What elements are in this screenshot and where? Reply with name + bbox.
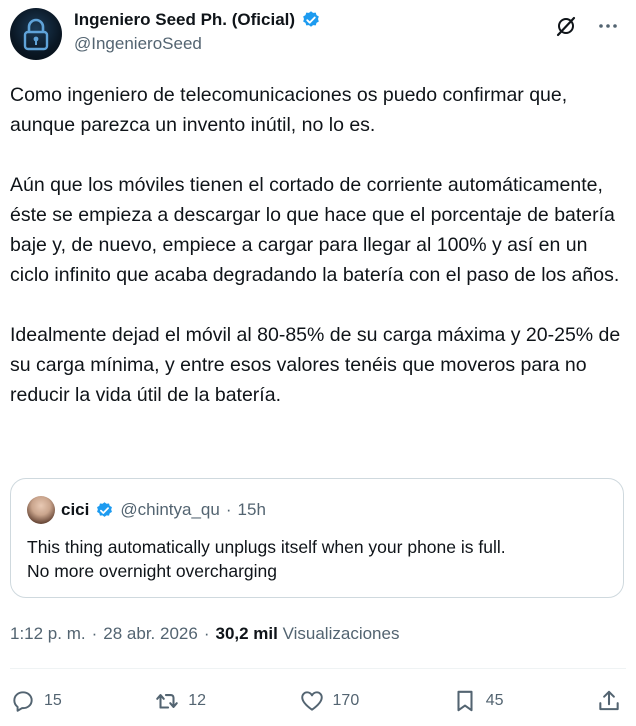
- like-button[interactable]: 170: [299, 688, 360, 714]
- quote-separator: ·: [225, 500, 232, 519]
- heart-icon: [300, 691, 323, 711]
- repost-icon: [156, 694, 179, 709]
- divider: [10, 668, 626, 669]
- bookmark-count: 45: [485, 692, 504, 709]
- verified-badge-icon: [303, 11, 319, 27]
- repost-button[interactable]: 12: [154, 688, 206, 714]
- quote-timestamp: 15h: [237, 500, 266, 519]
- reply-button[interactable]: 15: [10, 688, 62, 714]
- more-options-icon[interactable]: [596, 14, 620, 38]
- views-count: 30,2 mil: [215, 624, 278, 643]
- verified-badge-icon: [97, 501, 113, 517]
- author-avatar[interactable]: [10, 8, 62, 60]
- bookmark-button[interactable]: 45: [452, 688, 504, 714]
- tweet-text: Como ingeniero de telecomunicaciones os …: [10, 84, 621, 406]
- reply-icon: [13, 691, 33, 712]
- quote-author-handle: @chintya_qu: [120, 500, 220, 519]
- views-group[interactable]: 30,2 mil Visualizaciones: [215, 624, 399, 644]
- tweet-header: Ingeniero Seed Ph. (Oficial) @IngenieroS…: [10, 8, 626, 64]
- like-count: 170: [332, 692, 360, 709]
- quote-author-name: cici: [61, 500, 90, 519]
- quoted-tweet[interactable]: cici @chintya_qu · 15h This thing automa…: [10, 478, 624, 598]
- meta-separator: ·: [203, 624, 210, 643]
- tweet-time[interactable]: 1:12 p. m.: [10, 624, 86, 644]
- views-label: Visualizaciones: [282, 624, 400, 643]
- author-handle[interactable]: @IngenieroSeed: [74, 34, 321, 54]
- bookmark-icon: [457, 690, 473, 712]
- tweet-meta: 1:12 p. m. · 28 abr. 2026 · 30,2 mil Vis…: [10, 624, 399, 644]
- repost-count: 12: [188, 692, 207, 709]
- quote-header: cici @chintya_qu · 15h: [27, 496, 266, 524]
- meta-separator: ·: [91, 624, 98, 643]
- share-button[interactable]: [596, 688, 622, 714]
- grok-icon[interactable]: [554, 14, 578, 38]
- share-icon: [599, 690, 619, 711]
- quote-text: This thing automatically unplugs itself …: [27, 537, 506, 581]
- quote-avatar: [27, 496, 55, 524]
- reply-count: 15: [44, 692, 62, 709]
- action-bar: 15 12 170 45: [10, 684, 622, 718]
- tweet-date[interactable]: 28 abr. 2026: [103, 624, 198, 644]
- author-names: Ingeniero Seed Ph. (Oficial) @IngenieroS…: [74, 10, 321, 54]
- author-display-name[interactable]: Ingeniero Seed Ph. (Oficial): [74, 10, 295, 30]
- padlock-icon: [23, 18, 49, 51]
- header-actions: [554, 14, 620, 38]
